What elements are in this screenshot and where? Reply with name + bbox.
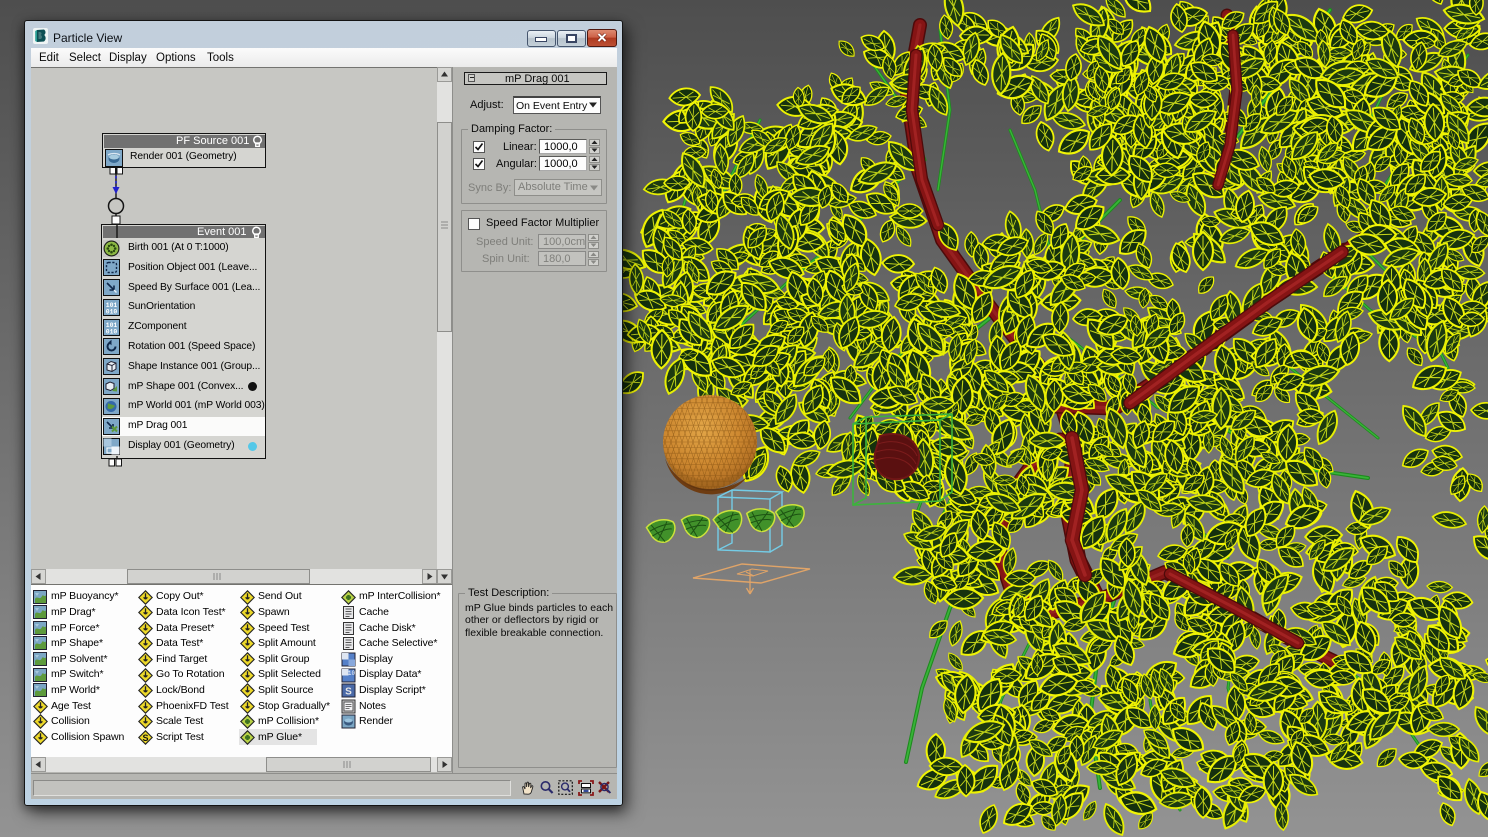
svg-text:010: 010 xyxy=(106,329,118,336)
svg-text:010: 010 xyxy=(106,309,118,316)
svg-text:10: 10 xyxy=(348,670,356,677)
svg-text:S: S xyxy=(345,687,352,698)
svg-text:S: S xyxy=(142,733,148,743)
